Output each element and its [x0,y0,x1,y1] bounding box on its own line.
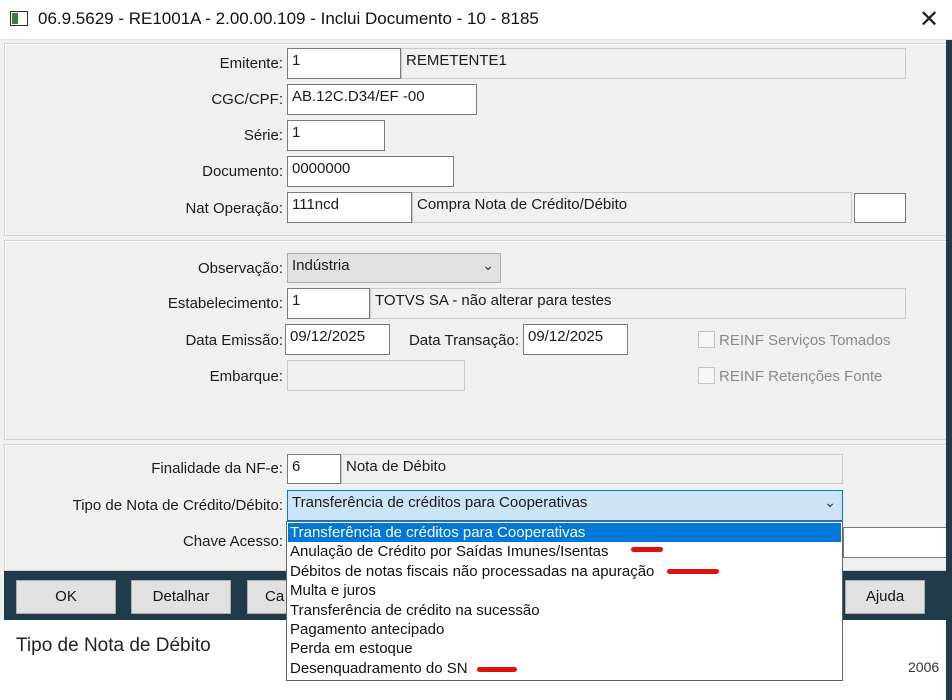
cgc-cpf-input[interactable]: AB.12C.D34/EF -00 [287,84,477,115]
dropdown-option[interactable]: Perda em estoque [288,639,841,658]
estabelecimento-desc: TOTVS SA - não alterar para testes [370,288,906,319]
dropdown-option[interactable]: Pagamento antecipado [288,620,841,639]
serie-input[interactable]: 1 [287,120,385,151]
window-title: 06.9.5629 - RE1001A - 2.00.00.109 - Incl… [38,9,539,28]
dropdown-option[interactable]: Transferência de crédito na sucessão [288,601,841,620]
tipo-nota-value: Transferência de créditos para Cooperati… [292,494,588,511]
documento-input[interactable]: 0000000 [287,156,454,187]
emitente-input[interactable]: 1 [287,48,401,79]
nat-operacao-extra-input[interactable] [854,193,906,223]
cgc-cpf-label: CGC/CPF: [211,91,283,108]
title-bar: 06.9.5629 - RE1001A - 2.00.00.109 - Incl… [0,0,952,40]
nat-operacao-desc: Compra Nota de Crédito/Débito [412,192,852,223]
ajuda-button[interactable]: Ajuda [845,580,925,614]
observacao-label: Observação: [197,260,283,277]
reinf-servicos-label: REINF Serviços Tomados [719,332,891,349]
finalidade-desc: Nota de Débito [341,454,843,484]
data-transacao-label: Data Transação: [408,332,519,349]
finalidade-label: Finalidade da NF-e: [151,460,283,477]
data-emissao-label: Data Emissão: [185,332,283,349]
data-transacao-input[interactable]: 09/12/2025 [523,324,628,355]
tipo-nota-select[interactable]: Transferência de créditos para Cooperati… [287,490,843,521]
chave-acesso-input[interactable] [843,527,948,558]
tipo-nota-label: Tipo de Nota de Crédito/Débito: [72,497,283,514]
detalhar-button[interactable]: Detalhar [131,580,231,614]
annotation-mark [477,667,517,672]
reinf-retencoes-checkbox[interactable] [698,367,715,384]
window-edge [946,40,952,700]
chevron-down-icon: ⌄ [824,494,836,510]
nat-operacao-label: Nat Operação: [185,200,283,217]
emitente-label: Emitente: [219,55,283,72]
estabelecimento-label: Estabelecimento: [167,295,283,312]
annotation-mark [631,547,663,552]
status-title: Tipo de Nota de Débito [16,635,211,656]
observacao-value: Indústria [292,257,350,274]
app-window-icon [10,11,28,26]
embarque-input[interactable] [287,360,465,391]
dropdown-option-selected[interactable]: Transferência de créditos para Cooperati… [288,523,841,543]
tipo-nota-dropdown-list: Transferência de créditos para Cooperati… [286,521,843,681]
ok-button[interactable]: OK [16,580,116,614]
serie-label: Série: [243,127,283,144]
chave-acesso-label: Chave Acesso: [182,533,283,550]
finalidade-input[interactable]: 6 [287,454,341,484]
observacao-select[interactable]: Indústria ⌄ [287,253,501,283]
chevron-down-icon: ⌄ [482,257,494,273]
dropdown-option[interactable]: Anulação de Crédito por Saídas Imunes/Is… [288,542,841,561]
dropdown-option[interactable]: Multa e juros [288,581,841,600]
reinf-retencoes-label: REINF Retenções Fonte [719,368,883,385]
close-icon[interactable]: ✕ [906,0,952,40]
dropdown-option[interactable]: Débitos de notas fiscais não processadas… [288,562,841,581]
emitente-name: REMETENTE1 [401,48,906,79]
estabelecimento-input[interactable]: 1 [287,288,370,319]
annotation-mark [667,569,719,574]
embarque-label: Embarque: [209,368,283,385]
data-emissao-input[interactable]: 09/12/2025 [285,324,390,355]
nat-operacao-input[interactable]: 111ncd [287,192,412,223]
documento-label: Documento: [202,163,283,180]
dropdown-option[interactable]: Desenquadramento do SN [288,659,841,678]
reinf-servicos-checkbox[interactable] [698,331,715,348]
background-fragment: 2006 [908,659,940,675]
